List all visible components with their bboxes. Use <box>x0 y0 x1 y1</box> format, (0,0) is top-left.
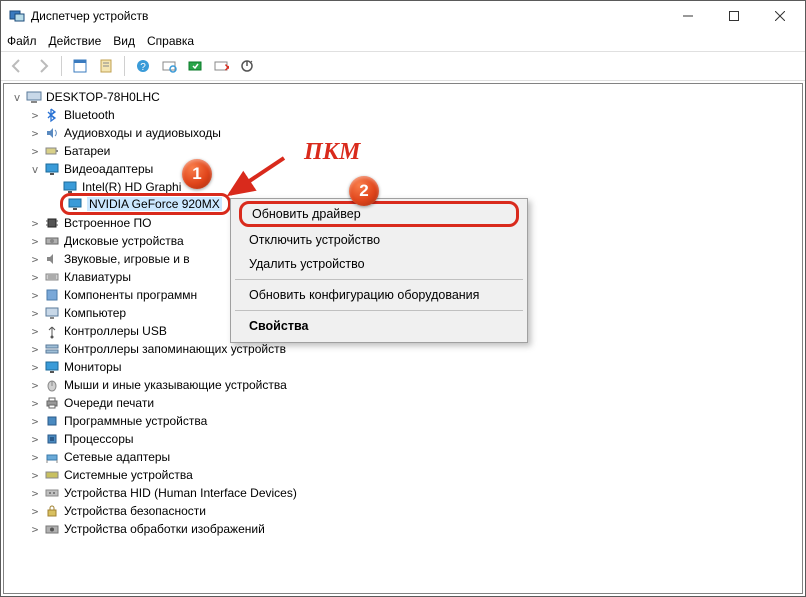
expand-icon[interactable]: > <box>28 325 42 338</box>
cat-mice[interactable]: >Мыши и иные указывающие устройства <box>6 376 800 394</box>
expand-icon[interactable]: > <box>28 451 42 464</box>
annotation-rmb-label: ПКМ <box>304 139 360 166</box>
expand-icon[interactable]: > <box>28 307 42 320</box>
ctx-scan-hardware[interactable]: Обновить конфигурацию оборудования <box>233 283 525 307</box>
expand-icon[interactable]: > <box>28 505 42 518</box>
expand-icon[interactable]: > <box>28 415 42 428</box>
annotation-badge-1: 1 <box>182 159 212 189</box>
collapse-icon[interactable]: v <box>10 91 24 104</box>
cpu-icon <box>44 431 60 447</box>
menu-file[interactable]: Файл <box>7 34 37 48</box>
expand-icon[interactable]: > <box>28 217 42 230</box>
imaging-device-icon <box>44 521 60 537</box>
close-button[interactable] <box>757 1 803 31</box>
svg-text:✕: ✕ <box>224 63 229 74</box>
computer-icon <box>44 305 60 321</box>
expand-icon[interactable]: > <box>28 289 42 302</box>
ctx-uninstall-device[interactable]: Удалить устройство <box>233 252 525 276</box>
ctx-update-driver[interactable]: Обновить драйвер <box>239 201 519 227</box>
usb-icon <box>44 323 60 339</box>
expand-icon[interactable]: > <box>28 145 42 158</box>
expand-icon[interactable]: > <box>28 109 42 122</box>
expand-icon[interactable]: > <box>28 487 42 500</box>
display-adapter-icon <box>67 196 83 212</box>
expand-icon[interactable]: > <box>28 379 42 392</box>
ctx-separator <box>235 310 523 311</box>
back-button[interactable] <box>7 56 27 76</box>
toolbar: ? ✕ <box>1 51 805 81</box>
battery-icon <box>44 143 60 159</box>
maximize-button[interactable] <box>711 1 757 31</box>
selection-highlight: NVIDIA GeForce 920MX <box>60 193 231 215</box>
expand-icon[interactable]: > <box>28 271 42 284</box>
printer-icon <box>44 395 60 411</box>
cat-audio[interactable]: >Аудиовходы и аудиовыходы <box>6 124 800 142</box>
menu-help[interactable]: Справка <box>147 34 194 48</box>
show-hidden-icon[interactable] <box>70 56 90 76</box>
ctx-separator <box>235 279 523 280</box>
menu-action[interactable]: Действие <box>49 34 102 48</box>
security-device-icon <box>44 503 60 519</box>
expand-icon[interactable]: > <box>28 397 42 410</box>
chip-icon <box>44 215 60 231</box>
cat-display[interactable]: vВидеоадаптеры <box>6 160 800 178</box>
computer-icon <box>26 89 42 105</box>
disable-icon[interactable] <box>237 56 257 76</box>
svg-text:?: ? <box>140 62 146 73</box>
menu-view[interactable]: Вид <box>113 34 135 48</box>
network-icon <box>44 449 60 465</box>
expand-icon[interactable]: > <box>28 235 42 248</box>
update-icon[interactable] <box>185 56 205 76</box>
mouse-icon <box>44 377 60 393</box>
app-icon <box>9 8 25 24</box>
expand-icon[interactable]: > <box>28 433 42 446</box>
expand-icon[interactable]: > <box>28 523 42 536</box>
cat-print[interactable]: >Очереди печати <box>6 394 800 412</box>
properties-button[interactable] <box>96 56 116 76</box>
cat-system[interactable]: >Системные устройства <box>6 466 800 484</box>
cat-cpu[interactable]: >Процессоры <box>6 430 800 448</box>
cat-monitors[interactable]: >Мониторы <box>6 358 800 376</box>
audio-icon <box>44 125 60 141</box>
cat-security[interactable]: >Устройства безопасности <box>6 502 800 520</box>
cat-progdev[interactable]: >Программные устройства <box>6 412 800 430</box>
content-pane: v DESKTOP-78H0LHC >Bluetooth >Аудиовходы… <box>3 83 803 594</box>
expand-icon[interactable]: > <box>28 127 42 140</box>
uninstall-icon[interactable]: ✕ <box>211 56 231 76</box>
help-icon[interactable]: ? <box>133 56 153 76</box>
expand-icon[interactable]: > <box>28 253 42 266</box>
expand-icon[interactable]: > <box>28 469 42 482</box>
collapse-icon[interactable]: v <box>28 163 42 176</box>
window-title: Диспетчер устройств <box>31 9 665 23</box>
ctx-properties[interactable]: Свойства <box>233 314 525 338</box>
system-device-icon <box>44 467 60 483</box>
storage-controller-icon <box>44 341 60 357</box>
cat-hid[interactable]: >Устройства HID (Human Interface Devices… <box>6 484 800 502</box>
sound-icon <box>44 251 60 267</box>
expand-icon[interactable]: > <box>28 361 42 374</box>
disk-icon <box>44 233 60 249</box>
chip-icon <box>44 413 60 429</box>
hid-icon <box>44 485 60 501</box>
annotation-badge-2: 2 <box>349 176 379 206</box>
monitor-icon <box>44 359 60 375</box>
minimize-button[interactable] <box>665 1 711 31</box>
cat-imaging[interactable]: >Устройства обработки изображений <box>6 520 800 538</box>
forward-button[interactable] <box>33 56 53 76</box>
cat-bluetooth[interactable]: >Bluetooth <box>6 106 800 124</box>
display-adapter-icon <box>44 161 60 177</box>
tree-root[interactable]: v DESKTOP-78H0LHC <box>6 88 800 106</box>
menubar: Файл Действие Вид Справка <box>1 31 805 51</box>
keyboard-icon <box>44 269 60 285</box>
scan-icon[interactable] <box>159 56 179 76</box>
software-component-icon <box>44 287 60 303</box>
bluetooth-icon <box>44 107 60 123</box>
cat-net[interactable]: >Сетевые адаптеры <box>6 448 800 466</box>
context-menu: Обновить драйвер Отключить устройство Уд… <box>230 198 528 343</box>
window-titlebar: Диспетчер устройств <box>1 1 805 31</box>
ctx-disable-device[interactable]: Отключить устройство <box>233 228 525 252</box>
cat-batteries[interactable]: >Батареи <box>6 142 800 160</box>
expand-icon[interactable]: > <box>28 343 42 356</box>
